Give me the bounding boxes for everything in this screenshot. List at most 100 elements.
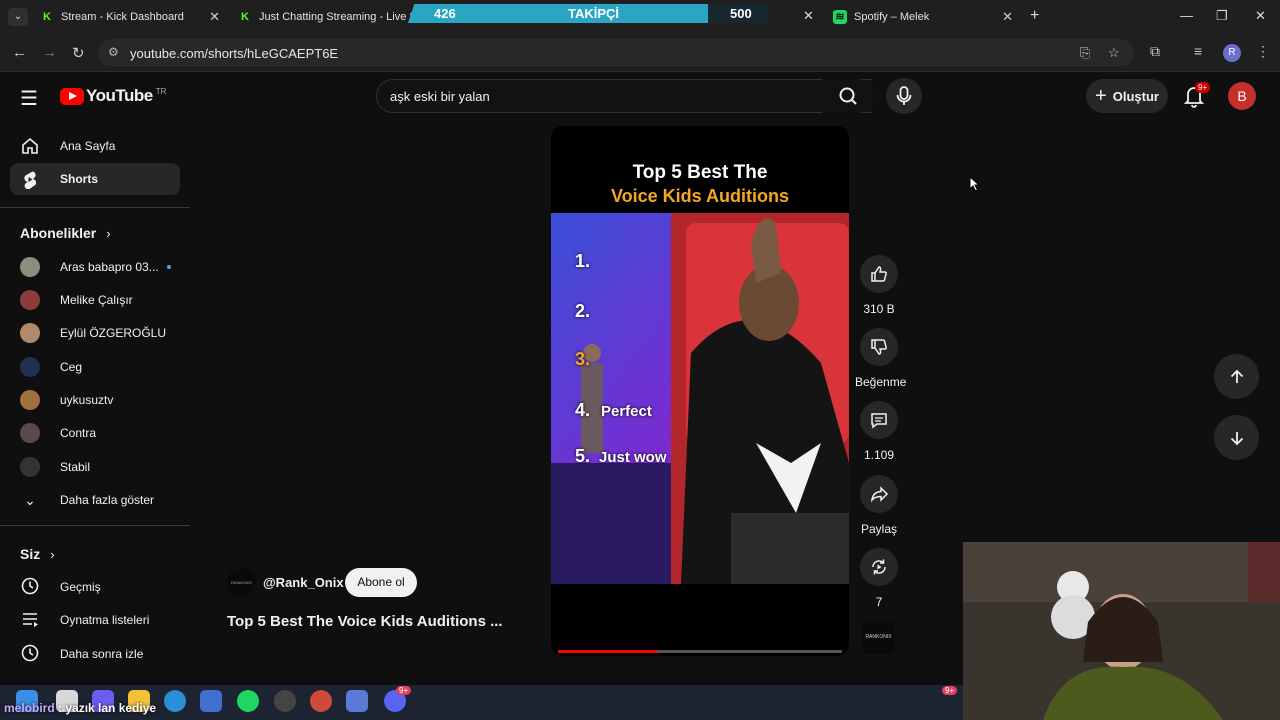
video-frame: 1. 2. 3. 4. Perfect 5. Just wow (551, 213, 849, 584)
search-input[interactable]: aşk eski bir yalan ✕ (376, 79, 872, 113)
follower-label: TAKİPÇİ (568, 6, 620, 21)
previous-short-button[interactable] (1214, 354, 1259, 399)
bookmark-star-icon[interactable]: ☆ (1108, 45, 1120, 61)
chat-text: yazık lan kediye (65, 701, 157, 715)
sidebar-item-subscription[interactable]: Eylül ÖZGEROĞLU (20, 322, 166, 344)
remix-icon (872, 559, 886, 575)
tab-title: Just Chatting Streaming - Live S (259, 11, 417, 23)
channel-avatar (20, 357, 40, 377)
site-info-icon[interactable]: ⚙ (108, 45, 119, 59)
share-icon (870, 486, 889, 503)
voice-search-button[interactable] (886, 78, 922, 114)
sidebar-item-playlists[interactable]: Oynatma listeleri (20, 609, 149, 631)
minimize-icon[interactable]: — (1180, 8, 1193, 23)
chat-username: melobird (4, 701, 55, 715)
arrow-down-icon (1230, 431, 1243, 445)
channel-handle[interactable]: @Rank_Onix (263, 575, 344, 590)
app-icon[interactable] (346, 690, 368, 712)
channel-avatar[interactable]: RANKONIX (227, 568, 256, 597)
url-text[interactable]: youtube.com/shorts/hLeGCAEPT6E (130, 46, 338, 61)
create-button[interactable]: + Oluştur (1086, 79, 1168, 113)
tab-just-chatting[interactable]: K Just Chatting Streaming - Live S (238, 4, 418, 30)
rank-4-label: 4. (575, 400, 591, 420)
you-heading[interactable]: Siz › (20, 546, 55, 562)
sidebar-item-watch-later[interactable]: Daha sonra izle (20, 643, 143, 665)
new-tab-icon[interactable]: + (1030, 7, 1039, 25)
sidebar-item-label: Aras babapro 03... (60, 260, 159, 274)
remix-count: 7 (875, 595, 883, 609)
search-query[interactable]: aşk eski bir yalan (390, 89, 490, 104)
sidebar-item-home[interactable]: Ana Sayfa (10, 130, 180, 162)
install-app-icon[interactable]: ⎘ (1080, 45, 1090, 61)
reload-icon[interactable]: ↻ (72, 44, 85, 62)
share-button[interactable]: Paylaş (855, 475, 903, 536)
sidebar-item-subscription[interactable]: Ceg (20, 356, 82, 378)
sidebar-item-label: Eylül ÖZGEROĞLU (60, 326, 167, 340)
comments-button[interactable]: 1.109 (855, 401, 903, 462)
sidebar-item-shorts[interactable]: Shorts (10, 163, 180, 195)
tab-search-button[interactable]: ⌄ (8, 8, 28, 26)
notifications-button[interactable]: 9+ (1183, 82, 1211, 113)
chrome-icon[interactable] (310, 690, 332, 712)
webcam-overlay (963, 542, 1280, 720)
address-toolbar: ← → ↻ ⚙ youtube.com/shorts/hLeGCAEPT6E ⎘… (0, 34, 1280, 72)
close-tab-icon[interactable]: ✕ (209, 9, 220, 25)
sidebar-item-history[interactable]: Geçmiş (20, 576, 101, 598)
spotify-taskbar-icon[interactable] (237, 690, 259, 712)
sidebar-item-label: Contra (60, 426, 97, 440)
video-overlay-title-1: Top 5 Best The (632, 162, 768, 183)
comment-icon (871, 413, 887, 429)
window-close-icon[interactable]: ✕ (1255, 8, 1266, 24)
search-button[interactable] (822, 79, 874, 113)
dislike-label: Beğenme (855, 375, 907, 389)
youtube-logo[interactable]: YouTube TR (60, 86, 166, 106)
forward-icon[interactable]: → (42, 44, 57, 61)
comment-count: 1.109 (863, 448, 895, 462)
tab-spotify[interactable]: ≋ Spotify – Melek ✕ (833, 4, 1013, 30)
browser-profile-avatar[interactable]: R (1223, 44, 1241, 62)
sidebar-item-label: Ceg (60, 360, 83, 374)
sidebar-item-subscription[interactable]: uykusuztv (20, 389, 113, 411)
tab-title: Spotify – Melek (854, 11, 930, 23)
sidebar-item-subscription[interactable]: Stabil (20, 456, 90, 478)
browser-menu-icon[interactable]: ⋮ (1256, 43, 1270, 60)
channel-thumbnail[interactable]: RANKONIX (862, 621, 895, 654)
restore-icon[interactable]: ❐ (1216, 8, 1228, 24)
subscriptions-heading[interactable]: Abonelikler › (20, 225, 111, 241)
close-tab-icon[interactable]: ✕ (1002, 9, 1013, 25)
sidebar-item-label: Oynatma listeleri (60, 613, 150, 627)
short-video-player[interactable]: Top 5 Best The Voice Kids Auditions 1. 2… (551, 126, 849, 656)
show-more-button[interactable]: ⌄ Daha fazla göster (20, 489, 154, 511)
youtube-play-icon (60, 87, 84, 105)
channel-avatar (20, 457, 40, 477)
channel-avatar (20, 290, 40, 310)
remix-button[interactable]: 7 (855, 548, 903, 609)
next-short-button[interactable] (1214, 415, 1259, 460)
back-icon[interactable]: ← (12, 44, 27, 61)
sidebar-item-subscription[interactable]: Melike Çalışır (20, 289, 133, 311)
channel-avatar (20, 323, 40, 343)
dislike-button[interactable]: Beğenme (855, 328, 907, 389)
tab-kick-dashboard[interactable]: K Stream - Kick Dashboard ✕ (40, 4, 220, 30)
sidebar-item-label: uykusuztv (60, 393, 114, 407)
sidebar-item-subscription[interactable]: Contra (20, 422, 96, 444)
video-title[interactable]: Top 5 Best The Voice Kids Auditions ... (227, 613, 503, 630)
store-icon[interactable] (200, 690, 222, 712)
obs-icon[interactable] (274, 690, 296, 712)
account-avatar[interactable]: B (1228, 82, 1256, 110)
extensions-icon[interactable]: ⧉ (1150, 43, 1160, 60)
chevron-right-icon: › (106, 226, 111, 241)
sidebar-item-subscription[interactable]: Aras babapro 03... (20, 256, 171, 278)
webcam-image (963, 542, 1280, 720)
media-control-icon[interactable]: ≡ (1194, 43, 1202, 59)
edge-icon[interactable] (164, 690, 186, 712)
like-button[interactable]: 310 B (855, 255, 903, 316)
rank-5-label: 5. (575, 446, 591, 466)
video-progress-bar[interactable] (558, 650, 842, 653)
close-tab-icon[interactable]: ✕ (803, 8, 814, 24)
chevron-down-icon: ⌄ (24, 491, 36, 508)
hamburger-menu-icon[interactable]: ☰ (20, 86, 38, 111)
subscribe-button[interactable]: Abone ol (345, 568, 417, 597)
address-bar[interactable]: ⚙ youtube.com/shorts/hLeGCAEPT6E ⎘ ☆ (98, 39, 1134, 67)
thumbs-down-icon (871, 339, 887, 355)
